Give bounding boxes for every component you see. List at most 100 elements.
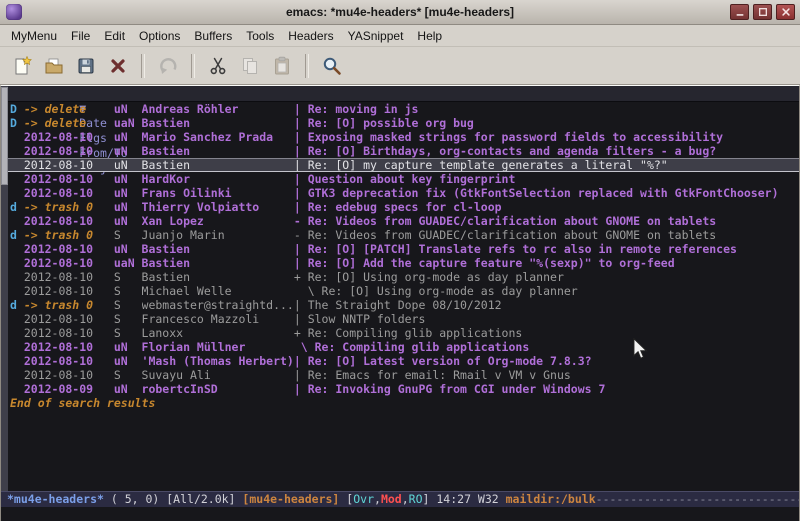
cut-button[interactable]: [204, 52, 232, 80]
cell-subject: | Re: Invoking GnuPG from CGI under Wind…: [294, 382, 606, 396]
paste-button[interactable]: [268, 52, 296, 80]
cell-date: 2012-08-10: [24, 284, 114, 298]
cell-from: Suvayu Ali: [142, 368, 294, 382]
emacs-frame: ▼ Date Flgs From/To Subject D-> deleteuN…: [0, 85, 800, 521]
modeline-segment: RO: [409, 492, 423, 506]
scrollbar-thumb[interactable]: [1, 87, 8, 185]
cell-from: 'Mash (Thomas Herbert): [142, 354, 294, 368]
cell-from: Bastien: [142, 144, 294, 158]
message-row[interactable]: 2012-08-09uNrobertcInSD| Re: Invoking Gn…: [10, 382, 799, 396]
new-file-button[interactable]: [8, 52, 36, 80]
copy-button[interactable]: [236, 52, 264, 80]
cell-date: 2012-08-10: [24, 312, 114, 326]
message-row[interactable]: 2012-08-10uNBastien| Re: [O] [PATCH] Tra…: [10, 242, 799, 256]
minimize-button[interactable]: [730, 4, 749, 20]
cell-from: Bastien: [142, 256, 294, 270]
message-row[interactable]: d-> trash 0uNThierry Volpiatto| Re: edeb…: [10, 200, 799, 214]
cell-flags: uN: [114, 354, 142, 368]
maximize-icon: [758, 7, 768, 17]
close-icon: [781, 7, 791, 17]
minimize-icon: [735, 7, 745, 17]
modeline-segment: ,: [402, 492, 409, 506]
cell-subject: \ Re: [O] Using org-mode as day planner: [294, 284, 578, 298]
cell-subject: | Re: [O] Birthdays, org-contacts and ag…: [294, 144, 716, 158]
cell-flags: S: [114, 270, 142, 284]
toolbar: [0, 47, 800, 85]
message-row[interactable]: 2012-08-10SMichael Welle \ Re: [O] Using…: [10, 284, 799, 298]
menu-item-mymenu[interactable]: MyMenu: [4, 27, 64, 45]
cell-flags: S: [114, 368, 142, 382]
cell-flags: uN: [114, 144, 142, 158]
message-row[interactable]: 2012-08-10uNHardKor| Question about key …: [10, 172, 799, 186]
modeline-segment: *mu4e-headers*: [7, 492, 104, 506]
maximize-button[interactable]: [753, 4, 772, 20]
headers-header-line: ▼ Date Flgs From/To Subject: [8, 86, 799, 102]
cell-from: Juanjo Marin: [142, 228, 294, 242]
save-button[interactable]: [72, 52, 100, 80]
modeline-segment: Ovr: [353, 492, 374, 506]
cell-from: Bastien: [142, 159, 294, 171]
cell-date: 2012-08-10: [24, 130, 114, 144]
menu-item-yasnippet[interactable]: YASnippet: [341, 27, 411, 45]
menu-item-headers[interactable]: Headers: [281, 27, 340, 45]
message-row[interactable]: 2012-08-10uNFlorian Müllner \ Re: Compil…: [10, 340, 799, 354]
cell-flags: uN: [114, 382, 142, 396]
message-row[interactable]: 2012-08-10uN'Mash (Thomas Herbert)| Re: …: [10, 354, 799, 368]
modeline-segment: ,: [374, 492, 381, 506]
scrollbar[interactable]: [1, 86, 8, 491]
menu-item-edit[interactable]: Edit: [97, 27, 132, 45]
new-file-icon: [12, 56, 32, 76]
cell-flags: uN: [114, 200, 142, 214]
message-row[interactable]: 2012-08-10SLanoxx+ Re: Compiling glib ap…: [10, 326, 799, 340]
undo-button[interactable]: [154, 52, 182, 80]
menu-item-options[interactable]: Options: [132, 27, 187, 45]
window-title: emacs: *mu4e-headers* [mu4e-headers]: [0, 5, 800, 19]
modeline-segment: [mu4e-headers]: [242, 492, 339, 506]
cell-subject: + Re: Compiling glib applications: [294, 326, 522, 340]
message-row[interactable]: 2012-08-10uaNBastien| Re: [O] Add the ca…: [10, 256, 799, 270]
message-row[interactable]: 2012-08-10SSuvayu Ali| Re: Emacs for ema…: [10, 368, 799, 382]
message-row[interactable]: 2012-08-10uNXan Lopez- Re: Videos from G…: [10, 214, 799, 228]
message-row[interactable]: d-> trash 0SJuanjo Marin- Re: Videos fro…: [10, 228, 799, 242]
cell-from: Mario Sanchez Prada: [142, 130, 294, 144]
message-row[interactable]: 2012-08-10SFrancesco Mazzoli| Slow NNTP …: [10, 312, 799, 326]
modeline-segment: ( 5, 0) [All/2.0k]: [104, 492, 242, 506]
message-row[interactable]: D-> deleteuaNBastien| Re: [O] possible o…: [10, 116, 799, 130]
modeline-segment: Mod: [381, 492, 402, 506]
toolbar-separator: [305, 54, 309, 78]
message-row[interactable]: 2012-08-10uNBastien| Re: [O] my capture …: [8, 158, 799, 172]
close-button[interactable]: [104, 52, 132, 80]
modeline: *mu4e-headers* ( 5, 0) [All/2.0k] [mu4e-…: [1, 491, 799, 507]
message-row[interactable]: 2012-08-10uNFrans Oilinki| GTK3 deprecat…: [10, 186, 799, 200]
cell-mark: d: [10, 298, 24, 312]
menu-item-file[interactable]: File: [64, 27, 97, 45]
cell-flags: uN: [114, 172, 142, 186]
minibuffer[interactable]: [1, 507, 799, 521]
cell-date: 2012-08-10: [24, 159, 114, 171]
modeline-segment: ----------------------------------------…: [596, 492, 799, 506]
cell-flags: uN: [114, 214, 142, 228]
menu-item-help[interactable]: Help: [410, 27, 449, 45]
cell-flags: uN: [114, 340, 142, 354]
window-controls: [730, 4, 800, 20]
cell-date: 2012-08-10: [24, 270, 114, 284]
message-row[interactable]: 2012-08-10uNBastien| Re: [O] Birthdays, …: [10, 144, 799, 158]
menu-item-tools[interactable]: Tools: [239, 27, 281, 45]
close-button[interactable]: [776, 4, 795, 20]
cell-date: 2012-08-10: [24, 242, 114, 256]
cell-subject: | GTK3 deprecation fix (GtkFontSelection…: [294, 186, 779, 200]
message-row[interactable]: d-> trash 0Swebmaster@straightd...| The …: [10, 298, 799, 312]
end-of-results: End of search results: [10, 396, 799, 410]
search-button[interactable]: [318, 52, 346, 80]
message-row[interactable]: 2012-08-10SBastien+ Re: [O] Using org-mo…: [10, 270, 799, 284]
cell-flags: uN: [114, 159, 142, 171]
open-file-button[interactable]: [40, 52, 68, 80]
modeline-segment: maildir:/bulk: [506, 492, 596, 506]
cell-flags: uN: [114, 102, 142, 116]
menu-item-buffers[interactable]: Buffers: [187, 27, 239, 45]
cell-date: 2012-08-10: [24, 256, 114, 270]
cell-date: -> delete: [24, 102, 114, 116]
message-row[interactable]: 2012-08-10uNMario Sanchez Prada| Exposin…: [10, 130, 799, 144]
cell-from: Thierry Volpiatto: [142, 200, 294, 214]
message-row[interactable]: D-> deleteuNAndreas Röhler| Re: moving i…: [10, 102, 799, 116]
